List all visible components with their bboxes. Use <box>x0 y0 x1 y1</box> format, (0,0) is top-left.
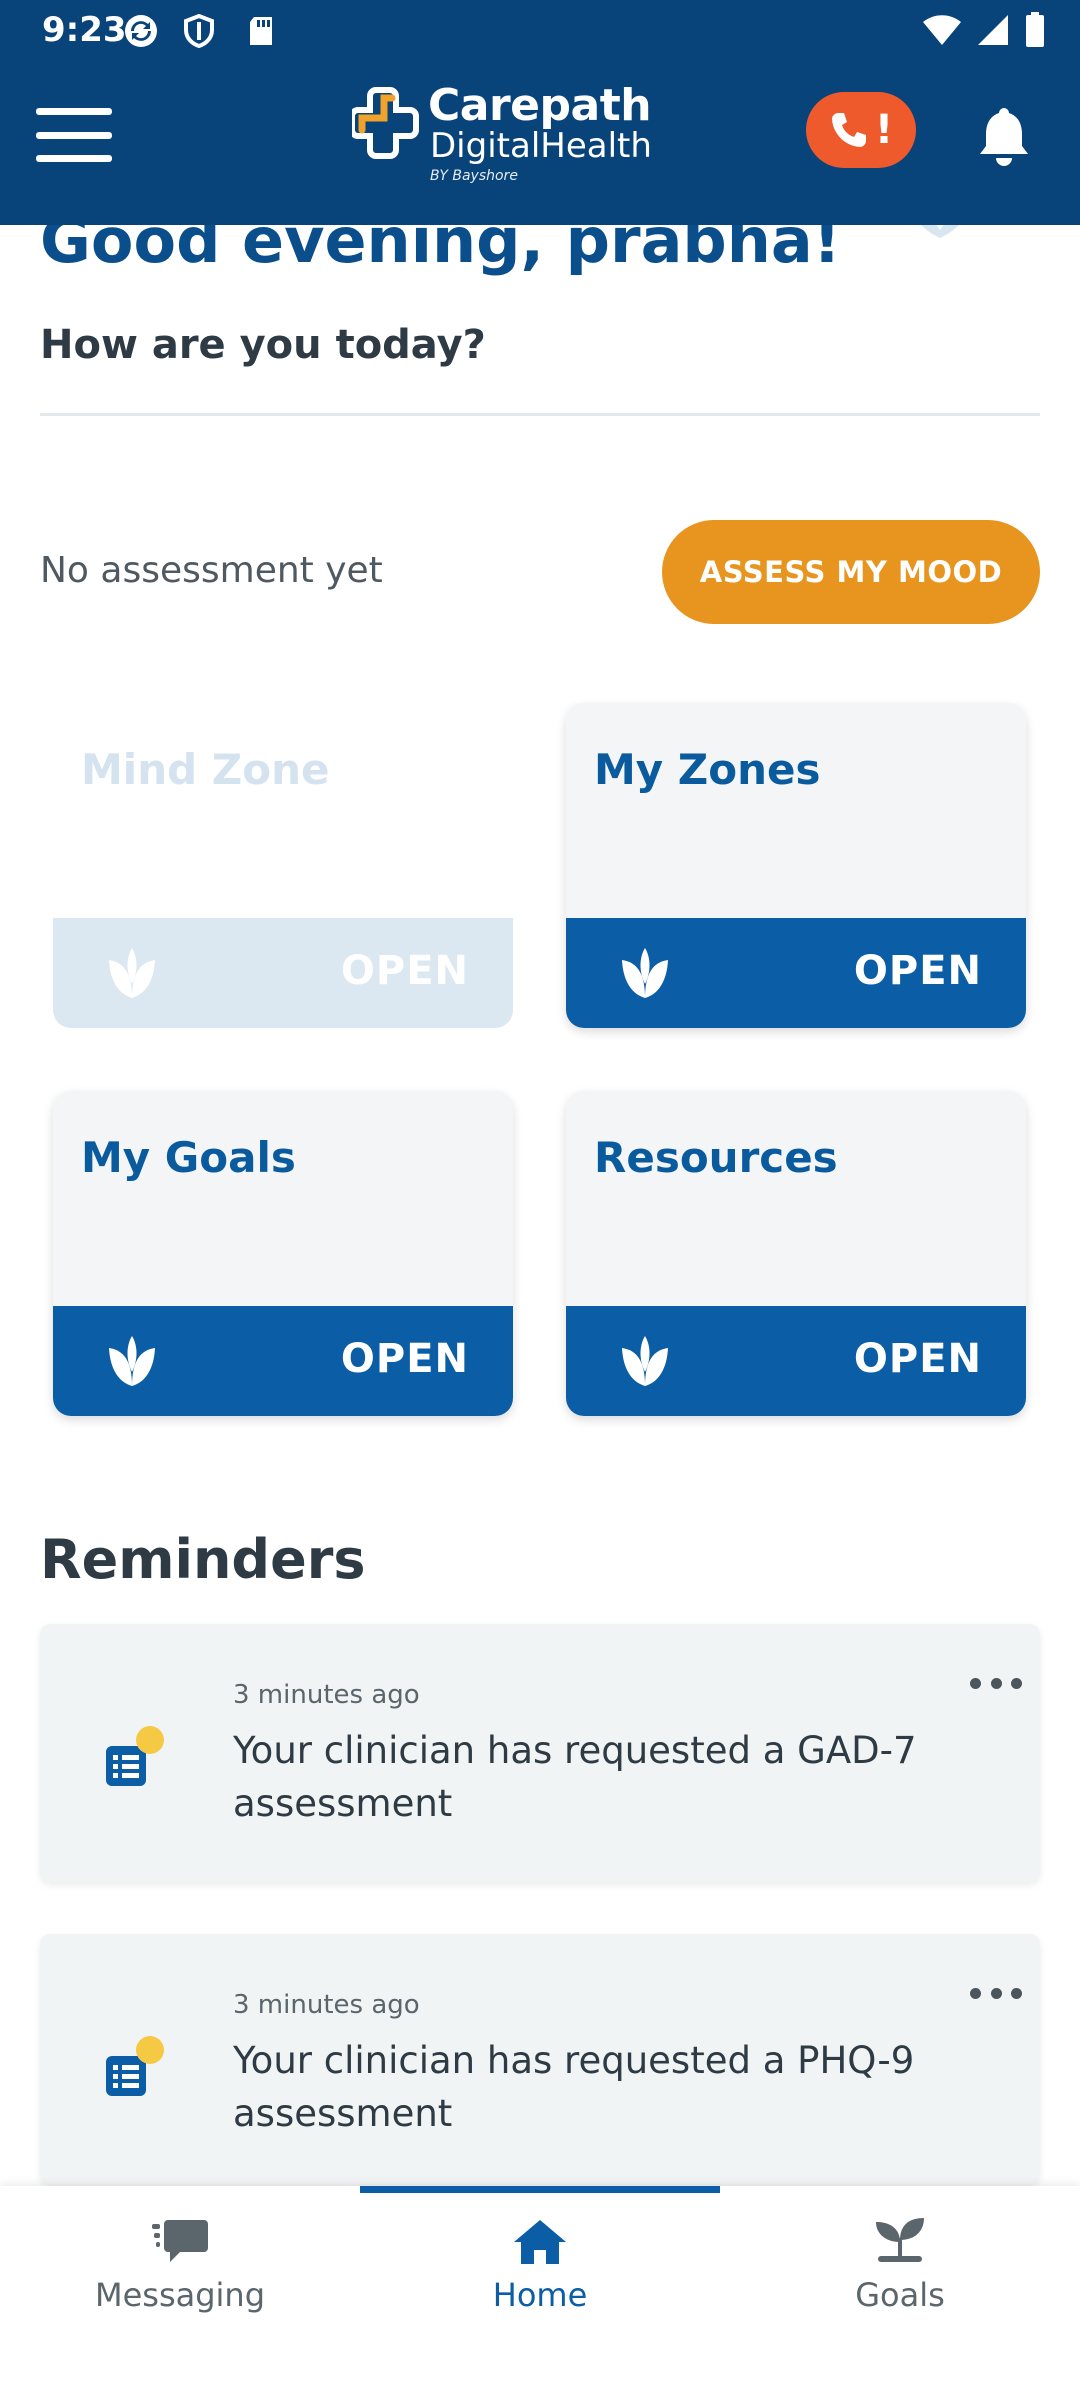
tile-mind-zone: Mind Zone OPEN <box>53 703 513 1028</box>
greeting-subtitle: How are you today? <box>40 322 486 368</box>
signal-icon <box>978 15 1008 45</box>
battery-icon <box>1026 12 1044 47</box>
brand-subname: DigitalHealth <box>430 126 652 166</box>
reminder-card[interactable]: 3 minutes ago Your clinician has request… <box>40 1624 1040 1882</box>
reminder-card[interactable]: 3 minutes ago Your clinician has request… <box>40 1934 1040 2184</box>
assessment-list-icon <box>106 1726 164 1786</box>
hamburger-menu-icon <box>36 108 112 115</box>
wifi-icon <box>923 15 961 45</box>
reminders-title: Reminders <box>40 1528 366 1591</box>
divider <box>40 413 1040 416</box>
reminder-text: Your clinician has requested a GAD-7 ass… <box>233 1729 917 1825</box>
reminder-text: Your clinician has requested a PHQ-9 ass… <box>233 2039 915 2135</box>
shield-icon <box>184 14 214 48</box>
bell-icon[interactable] <box>972 104 1036 168</box>
open-button[interactable]: OPEN <box>341 1336 469 1382</box>
brand-name: Carepath <box>428 80 652 131</box>
assessment-status: No assessment yet <box>40 550 383 591</box>
carepath-logo-icon <box>352 87 419 159</box>
sd-card-icon <box>250 17 272 45</box>
tile-open-bar[interactable]: OPEN <box>566 1306 1026 1416</box>
leaf-icon <box>622 1336 668 1386</box>
brand-byline: BY Bayshore <box>430 168 518 184</box>
nav-home[interactable]: Home <box>360 2186 720 2336</box>
tile-title: Mind Zone <box>81 745 330 794</box>
tile-open-bar[interactable]: OPEN <box>53 1306 513 1416</box>
nav-label: Messaging <box>94 2276 266 2314</box>
assess-my-mood-button[interactable]: ASSESS MY MOOD <box>662 520 1040 624</box>
more-options-icon[interactable] <box>970 1988 1022 2004</box>
nav-goals[interactable]: Goals <box>720 2186 1080 2336</box>
tile-my-goals[interactable]: My Goals OPEN <box>53 1091 513 1416</box>
open-button[interactable]: OPEN <box>854 1336 982 1382</box>
status-time: 9:23 <box>42 10 127 50</box>
leaf-icon <box>109 1336 155 1386</box>
app-logo: Carepath DigitalHealth BY Bayshore <box>352 80 652 192</box>
home-icon <box>514 2220 566 2264</box>
tile-title: My Zones <box>594 745 821 794</box>
assessment-list-icon <box>106 2036 164 2096</box>
nav-messaging[interactable]: Messaging <box>0 2186 360 2336</box>
tile-title: My Goals <box>81 1133 296 1182</box>
nav-label: Home <box>492 2276 588 2314</box>
status-right <box>922 12 1046 48</box>
open-button[interactable]: OPEN <box>854 948 982 994</box>
reminder-time: 3 minutes ago <box>233 1680 420 1710</box>
emergency-call-button[interactable]: ! <box>806 92 916 168</box>
bottom-navigation: Messaging Home Goals <box>0 2186 1080 2400</box>
leaf-icon <box>109 948 155 998</box>
emergency-mark: ! <box>874 107 894 153</box>
tile-open-bar: OPEN <box>53 918 513 1028</box>
tile-resources[interactable]: Resources OPEN <box>566 1091 1026 1416</box>
sprout-icon <box>876 2218 924 2262</box>
status-bar: 9:23 <box>0 0 1080 66</box>
tile-my-zones[interactable]: My Zones OPEN <box>566 703 1026 1028</box>
nav-label: Goals <box>855 2276 945 2314</box>
tile-open-bar[interactable]: OPEN <box>566 918 1026 1028</box>
sync-icon <box>125 15 157 47</box>
reminder-time: 3 minutes ago <box>233 1990 420 2020</box>
menu-button[interactable] <box>36 108 112 162</box>
phone-alert-icon <box>831 113 866 147</box>
app-header: 9:23 Carepath DigitalHealth BY Bayshore … <box>0 0 1080 225</box>
more-options-icon[interactable] <box>970 1678 1022 1694</box>
leaf-icon <box>622 948 668 998</box>
chat-icon <box>152 2220 208 2262</box>
tile-title: Resources <box>594 1133 838 1182</box>
tile-open-label: OPEN <box>340 948 469 994</box>
